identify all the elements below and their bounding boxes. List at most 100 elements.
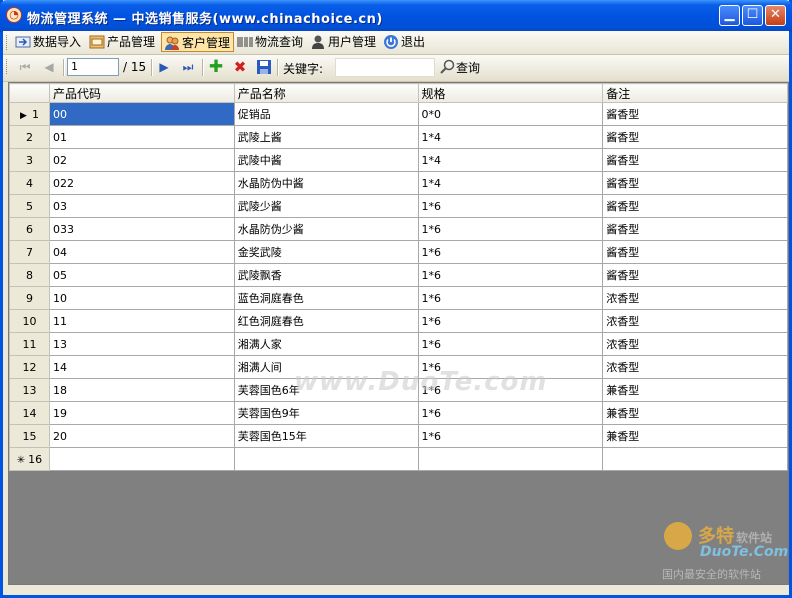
table-row[interactable]: ▶ 1 00 促销品 0*0 酱香型 [9,102,788,126]
cell-name[interactable]: 金奖武陵 [233,240,419,264]
cell-note[interactable]: 酱香型 [602,263,788,287]
row-header[interactable]: 14 [9,401,50,425]
menu-item-exit[interactable]: 退出 [383,32,425,52]
save-icon[interactable] [256,59,272,75]
cell-code[interactable]: 01 [48,125,235,149]
table-row[interactable]: 5 03 武陵少酱 1*6 酱香型 [9,194,788,218]
cell-spec[interactable]: 1*4 [417,171,604,195]
cell-name[interactable]: 武陵少酱 [233,194,419,218]
title-bar[interactable]: ◔ 物流管理系统 — 中选销售服务(www.chinachoice.cn) ▁ … [0,0,792,32]
cell-code[interactable]: 11 [48,309,235,333]
cell-code[interactable]: 13 [48,332,235,356]
cell-name[interactable]: 水晶防伪少酱 [233,217,419,241]
row-header[interactable]: 2 [9,125,50,149]
cell-note[interactable]: 浓香型 [602,286,788,310]
cell-note[interactable]: 浓香型 [602,355,788,379]
row-header[interactable]: 10 [9,309,50,333]
row-header[interactable]: ✳ 16 [9,447,50,471]
row-header[interactable]: 3 [9,148,50,172]
keyword-input[interactable] [335,58,435,77]
cell-spec[interactable]: 1*6 [417,286,604,310]
row-header[interactable]: 13 [9,378,50,402]
cell-code[interactable]: 05 [48,263,235,287]
row-header[interactable]: 11 [9,332,50,356]
row-header[interactable]: ▶ 1 [9,102,50,126]
cell-note[interactable]: 酱香型 [602,125,788,149]
row-header[interactable]: 5 [9,194,50,218]
table-row[interactable]: 7 04 金奖武陵 1*6 酱香型 [9,240,788,264]
cell-name[interactable]: 湘满人家 [233,332,419,356]
cell-spec[interactable]: 1*6 [417,309,604,333]
cell-note[interactable]: 浓香型 [602,309,788,333]
table-row[interactable]: 6 033 水晶防伪少酱 1*6 酱香型 [9,217,788,241]
table-row[interactable]: 4 022 水晶防伪中酱 1*4 酱香型 [9,171,788,195]
search-button[interactable]: 查询 [440,59,480,78]
table-row[interactable]: 2 01 武陵上酱 1*4 酱香型 [9,125,788,149]
cell-name[interactable]: 武陵中酱 [233,148,419,172]
table-row[interactable]: 15 20 芙蓉国色15年 1*6 兼香型 [9,424,788,448]
cell-code[interactable]: 02 [48,148,235,172]
row-header[interactable]: 7 [9,240,50,264]
toolbar-grip[interactable] [6,35,10,50]
next-record-icon[interactable]: ▶ [156,59,172,75]
cell-spec[interactable]: 0*0 [417,102,604,126]
cell-spec[interactable]: 1*6 [417,194,604,218]
cell-code[interactable]: 03 [48,194,235,218]
cell-spec[interactable]: 1*6 [417,240,604,264]
cell-name[interactable]: 促销品 [233,102,419,126]
cell-name[interactable]: 芙蓉国色15年 [233,424,419,448]
cell-code[interactable]: 14 [48,355,235,379]
cell-name[interactable]: 武陵上酱 [233,125,419,149]
cell-name[interactable]: 芙蓉国色9年 [233,401,419,425]
cell-spec[interactable]: 1*6 [417,217,604,241]
cell-name[interactable]: 蓝色洞庭春色 [233,286,419,310]
menu-item-data-import[interactable]: 数据导入 [15,32,81,52]
cell-note[interactable]: 酱香型 [602,171,788,195]
cell-code[interactable] [48,447,235,471]
cell-name[interactable]: 红色洞庭春色 [233,309,419,333]
column-header-note[interactable]: 备注 [602,83,788,103]
clock-icon[interactable]: ◔ [6,7,22,23]
cell-note[interactable]: 酱香型 [602,102,788,126]
menu-item-user-management[interactable]: 用户管理 [310,32,376,52]
table-row[interactable]: 11 13 湘满人家 1*6 浓香型 [9,332,788,356]
delete-record-icon[interactable]: ✖ [232,59,248,75]
cell-note[interactable]: 兼香型 [602,378,788,402]
column-header-code[interactable]: 产品代码 [48,83,235,103]
cell-code[interactable]: 10 [48,286,235,310]
cell-spec[interactable]: 1*6 [417,424,604,448]
table-row[interactable]: 10 11 红色洞庭春色 1*6 浓香型 [9,309,788,333]
cell-note[interactable]: 酱香型 [602,217,788,241]
cell-name[interactable] [233,447,419,471]
cell-spec[interactable]: 1*6 [417,263,604,287]
previous-record-icon[interactable]: ◀ [41,59,57,75]
menu-item-product-management[interactable]: 产品管理 [89,32,155,52]
table-row[interactable]: 14 19 芙蓉国色9年 1*6 兼香型 [9,401,788,425]
cell-note[interactable]: 酱香型 [602,148,788,172]
cell-spec[interactable]: 1*6 [417,401,604,425]
record-position-input[interactable]: 1 [67,58,119,76]
cell-note[interactable]: 酱香型 [602,194,788,218]
cell-name[interactable]: 水晶防伪中酱 [233,171,419,195]
cell-note[interactable]: 浓香型 [602,332,788,356]
cell-note[interactable] [602,447,788,471]
toolbar-grip[interactable] [6,59,10,74]
cell-note[interactable]: 酱香型 [602,240,788,264]
table-row[interactable]: 8 05 武陵飘香 1*6 酱香型 [9,263,788,287]
last-record-icon[interactable]: ⏭ [180,59,196,75]
column-header-spec[interactable]: 规格 [417,83,604,103]
cell-spec[interactable] [417,447,604,471]
maximize-button[interactable]: ☐ [742,5,763,26]
row-header[interactable]: 9 [9,286,50,310]
cell-code[interactable]: 04 [48,240,235,264]
add-record-icon[interactable]: ✚ [208,59,224,76]
cell-code[interactable]: 033 [48,217,235,241]
cell-spec[interactable]: 1*4 [417,125,604,149]
minimize-button[interactable]: ▁ [719,5,740,26]
row-header[interactable]: 6 [9,217,50,241]
cell-note[interactable]: 兼香型 [602,424,788,448]
cell-code[interactable]: 19 [48,401,235,425]
cell-code[interactable]: 18 [48,378,235,402]
column-header-name[interactable]: 产品名称 [233,83,419,103]
row-header[interactable]: 4 [9,171,50,195]
